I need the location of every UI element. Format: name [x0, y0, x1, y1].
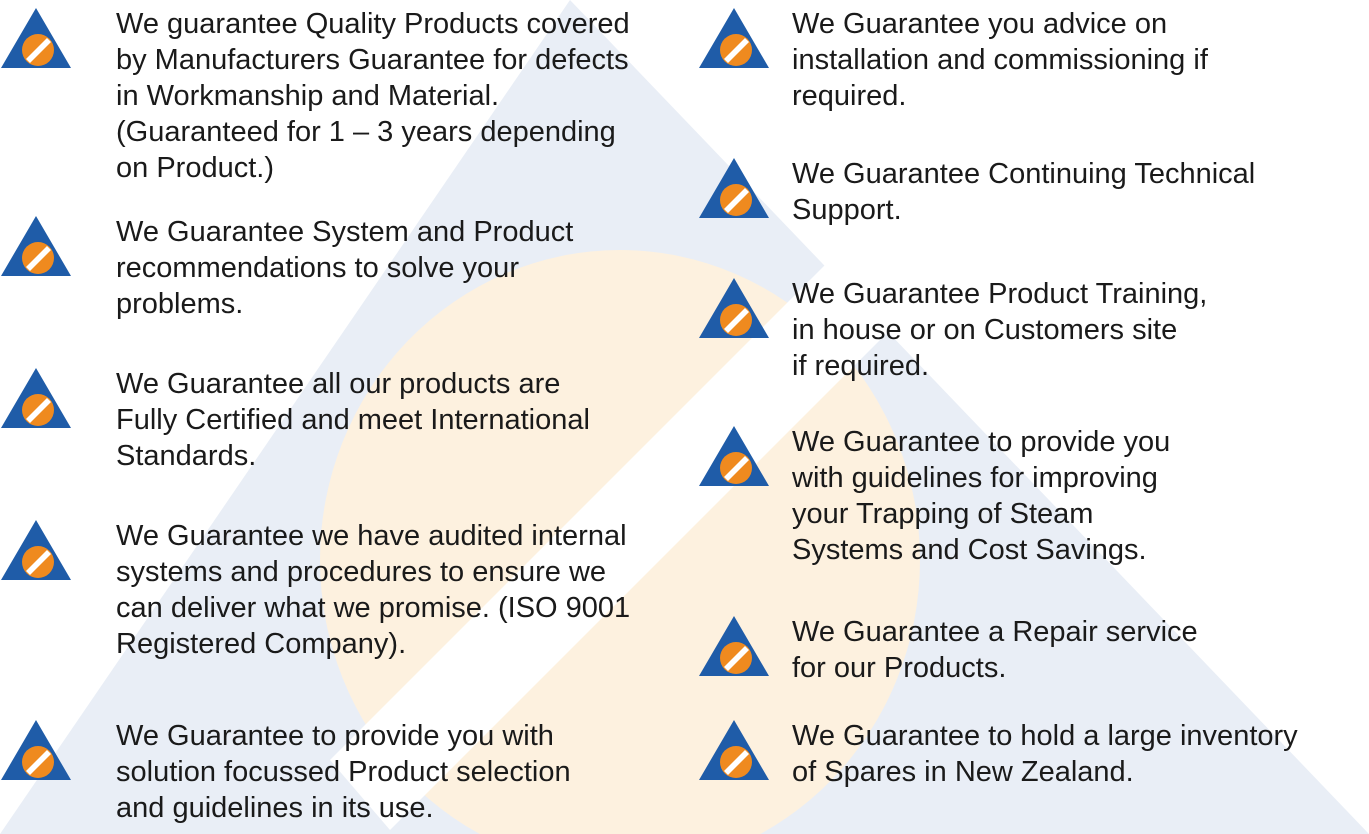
guarantee-text: We Guarantee all our products are Fully … — [116, 368, 590, 472]
triangle-logo-icon — [1, 8, 71, 68]
guarantee-text: We Guarantee to provide you with solutio… — [116, 720, 571, 824]
triangle-logo-icon — [699, 158, 769, 218]
guarantee-text: We Guarantee a Repair service for our Pr… — [792, 616, 1198, 684]
guarantee-text: We Guarantee Continuing Technical Suppor… — [792, 158, 1256, 226]
guarantee-text: We Guarantee to provide you with guideli… — [792, 426, 1171, 566]
triangle-logo-icon — [1, 368, 71, 428]
guarantee-text: We Guarantee Product Training, in house … — [792, 278, 1208, 382]
triangle-logo-icon — [1, 216, 71, 276]
guarantee-text: We Guarantee System and Product recommen… — [116, 216, 574, 320]
triangle-logo-icon — [699, 426, 769, 486]
triangle-logo-icon — [1, 520, 71, 580]
triangle-logo-icon — [699, 616, 769, 676]
guarantee-text: We guarantee Quality Products covered by… — [116, 8, 630, 184]
triangle-logo-icon — [1, 720, 71, 780]
triangle-logo-icon — [699, 8, 769, 68]
guarantee-text: We Guarantee we have audited internal sy… — [116, 520, 631, 660]
guarantee-text: We Guarantee to hold a large inventory o… — [792, 720, 1298, 788]
triangle-logo-icon — [699, 278, 769, 338]
guarantee-text: We Guarantee you advice on installation … — [792, 8, 1208, 112]
triangle-logo-icon — [699, 720, 769, 780]
